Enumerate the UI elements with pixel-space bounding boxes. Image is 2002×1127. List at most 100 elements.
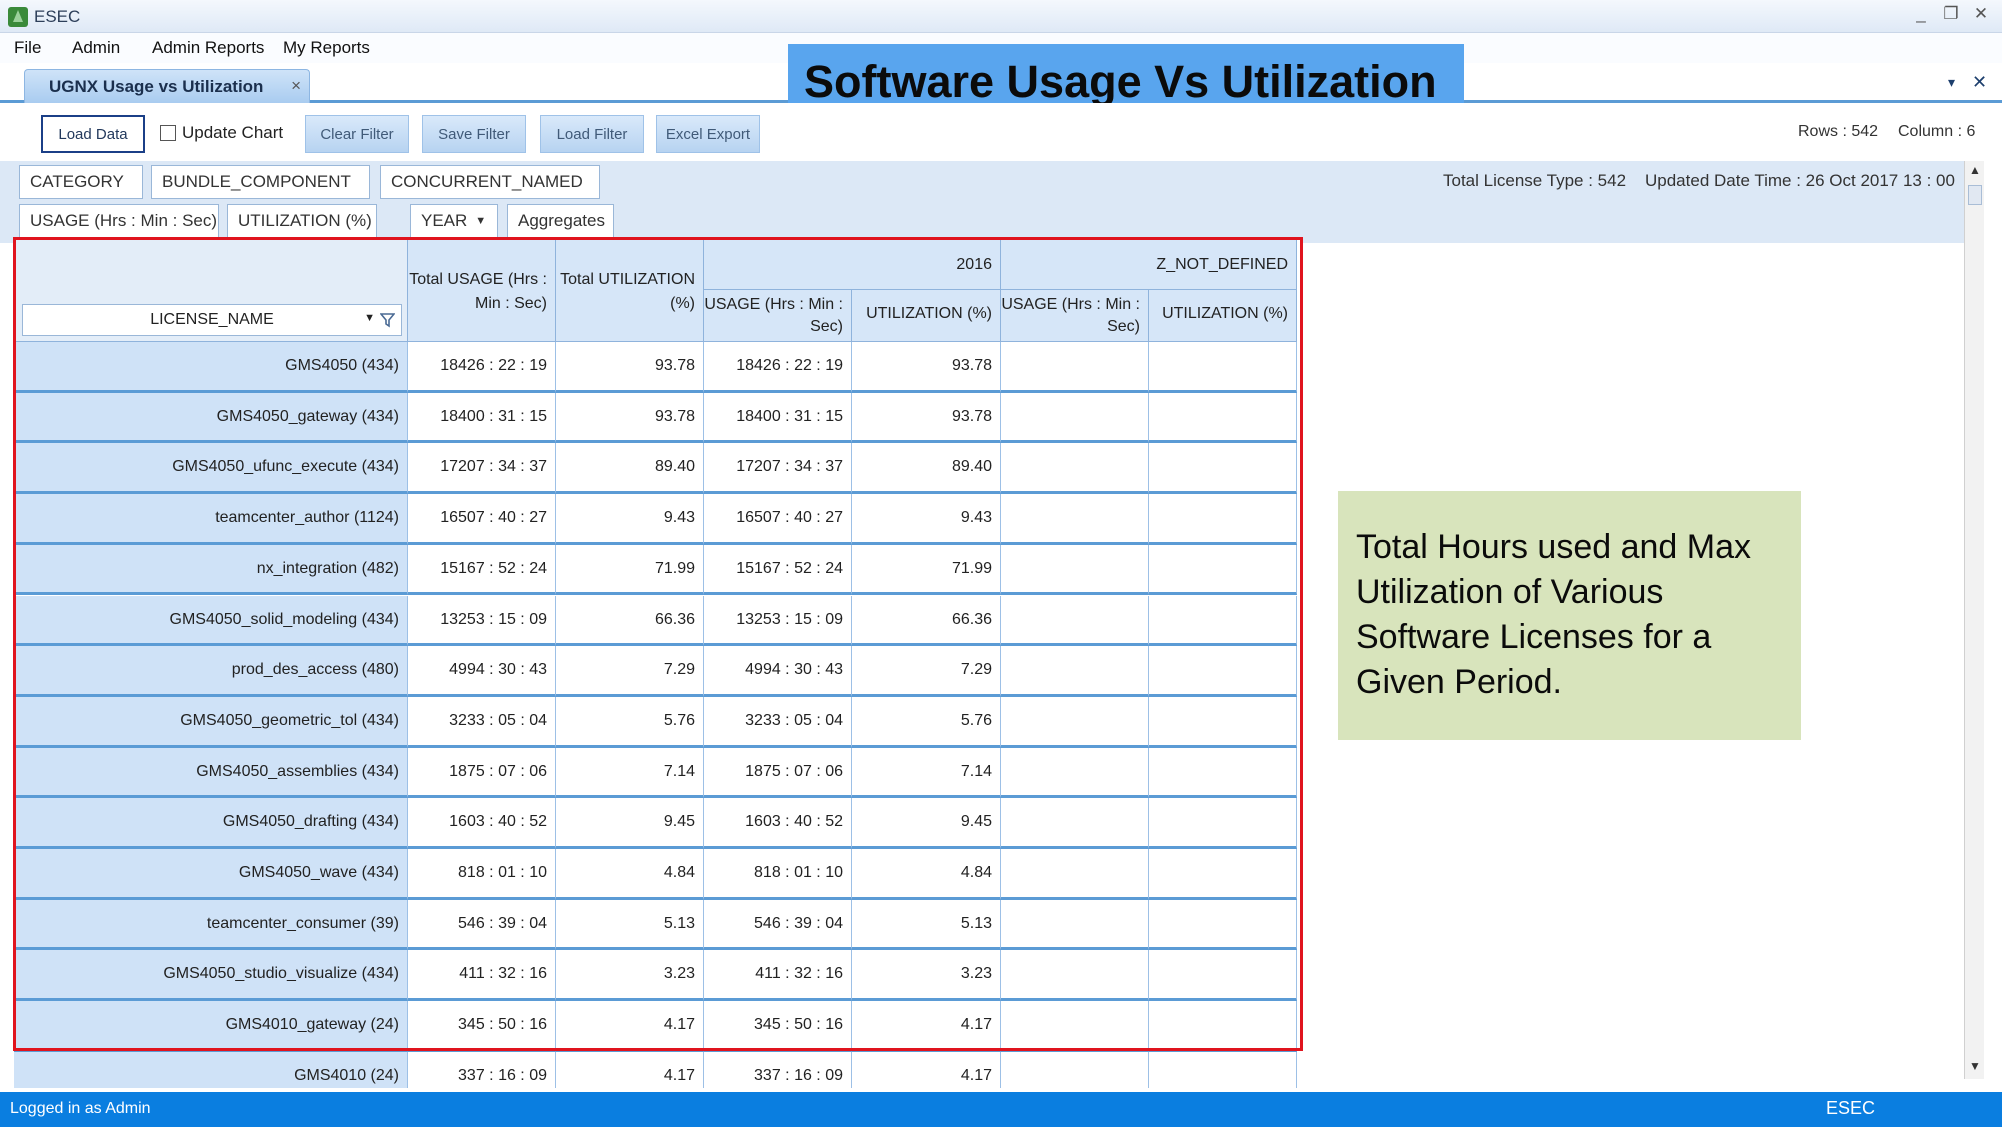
total-usage-cell[interactable]: 3233 : 05 : 04 [408, 696, 556, 748]
utilization-2016-cell[interactable]: 4.84 [852, 849, 1001, 900]
license-name-cell[interactable]: teamcenter_author (1124) [14, 494, 408, 545]
close-document-icon[interactable]: ✕ [1972, 72, 1987, 93]
usage-2016-cell[interactable]: 546 : 39 : 04 [704, 899, 852, 951]
utilization-undefined-cell[interactable] [1149, 595, 1297, 647]
total-usage-cell[interactable]: 818 : 01 : 10 [408, 849, 556, 900]
license-name-cell[interactable]: nx_integration (482) [14, 544, 408, 596]
usage-undefined-cell[interactable] [1001, 342, 1149, 393]
group-2016-header[interactable]: 2016 [704, 240, 1001, 290]
filter-category[interactable]: CATEGORY [19, 165, 143, 199]
utilization-2016-cell[interactable]: 93.78 [852, 342, 1001, 393]
license-name-cell[interactable]: GMS4050_wave (434) [14, 849, 408, 900]
utilization-undefined-cell[interactable] [1149, 646, 1297, 697]
excel-export-button[interactable]: Excel Export [656, 115, 760, 153]
license-name-cell[interactable]: GMS4050_geometric_tol (434) [14, 696, 408, 748]
utilization-2016-header[interactable]: UTILIZATION (%) [852, 290, 1001, 342]
utilization-undefined-cell[interactable] [1149, 696, 1297, 748]
save-filter-button[interactable]: Save Filter [422, 115, 526, 153]
usage-2016-cell[interactable]: 18400 : 31 : 15 [704, 392, 852, 444]
utilization-2016-cell[interactable]: 3.23 [852, 950, 1001, 1002]
total-usage-cell[interactable]: 16507 : 40 : 27 [408, 494, 556, 545]
group-undefined-header[interactable]: Z_NOT_DEFINED [1001, 240, 1297, 290]
usage-2016-cell[interactable]: 1603 : 40 : 52 [704, 798, 852, 849]
total-usage-cell[interactable]: 4994 : 30 : 43 [408, 646, 556, 697]
usage-2016-cell[interactable]: 345 : 50 : 16 [704, 1001, 852, 1052]
total-usage-cell[interactable]: 1603 : 40 : 52 [408, 798, 556, 849]
total-usage-cell[interactable]: 337 : 16 : 09 [408, 1051, 556, 1088]
license-name-cell[interactable]: GMS4010 (24) [14, 1051, 408, 1088]
usage-undefined-cell[interactable] [1001, 950, 1149, 1002]
menu-admin-reports[interactable]: Admin Reports [152, 38, 264, 58]
usage-2016-cell[interactable]: 17207 : 34 : 37 [704, 443, 852, 495]
total-utilization-cell[interactable]: 5.13 [556, 899, 704, 951]
utilization-undefined-cell[interactable] [1149, 849, 1297, 900]
update-chart-checkbox[interactable]: Update Chart [160, 123, 283, 143]
utilization-2016-cell[interactable]: 4.17 [852, 1001, 1001, 1052]
utilization-undefined-cell[interactable] [1149, 1001, 1297, 1052]
usage-undefined-header[interactable]: USAGE (Hrs : Min : Sec) [1001, 290, 1149, 342]
utilization-undefined-cell[interactable] [1149, 747, 1297, 799]
utilization-undefined-cell[interactable] [1149, 899, 1297, 951]
usage-undefined-cell[interactable] [1001, 1051, 1149, 1088]
utilization-undefined-cell[interactable] [1149, 1051, 1297, 1088]
total-utilization-cell[interactable]: 7.29 [556, 646, 704, 697]
tab-close-icon[interactable]: × [291, 76, 301, 96]
usage-2016-cell[interactable]: 18426 : 22 : 19 [704, 342, 852, 393]
total-usage-cell[interactable]: 18400 : 31 : 15 [408, 392, 556, 444]
restore-button[interactable]: ❐ [1938, 4, 1964, 24]
total-utilization-cell[interactable]: 4.17 [556, 1001, 704, 1052]
clear-filter-button[interactable]: Clear Filter [305, 115, 409, 153]
total-usage-cell[interactable]: 546 : 39 : 04 [408, 899, 556, 951]
usage-undefined-cell[interactable] [1001, 747, 1149, 799]
license-name-header[interactable]: LICENSE_NAME ▼ [22, 304, 402, 336]
usage-2016-cell[interactable]: 1875 : 07 : 06 [704, 747, 852, 799]
usage-undefined-cell[interactable] [1001, 1001, 1149, 1052]
license-name-cell[interactable]: GMS4050_gateway (434) [14, 392, 408, 444]
menu-my-reports[interactable]: My Reports [283, 38, 370, 58]
data-field-utilization[interactable]: UTILIZATION (%) [227, 204, 377, 238]
utilization-undefined-cell[interactable] [1149, 494, 1297, 545]
usage-undefined-cell[interactable] [1001, 899, 1149, 951]
total-utilization-cell[interactable]: 89.40 [556, 443, 704, 495]
data-field-usage[interactable]: USAGE (Hrs : Min : Sec) [19, 204, 219, 238]
total-utilization-cell[interactable]: 93.78 [556, 342, 704, 393]
utilization-2016-cell[interactable]: 9.45 [852, 798, 1001, 849]
total-utilization-cell[interactable]: 7.14 [556, 747, 704, 799]
vertical-scrollbar[interactable]: ▲ ▼ [1964, 161, 1984, 1079]
utilization-2016-cell[interactable]: 89.40 [852, 443, 1001, 495]
total-utilization-cell[interactable]: 93.78 [556, 392, 704, 444]
usage-undefined-cell[interactable] [1001, 494, 1149, 545]
total-usage-cell[interactable]: 18426 : 22 : 19 [408, 342, 556, 393]
utilization-2016-cell[interactable]: 4.17 [852, 1051, 1001, 1088]
total-usage-cell[interactable]: 13253 : 15 : 09 [408, 595, 556, 647]
funnel-icon[interactable] [380, 313, 395, 328]
checkbox-box[interactable] [160, 125, 176, 141]
utilization-undefined-cell[interactable] [1149, 392, 1297, 444]
scroll-thumb[interactable] [1968, 185, 1982, 205]
usage-2016-cell[interactable]: 411 : 32 : 16 [704, 950, 852, 1002]
menu-file[interactable]: File [14, 38, 41, 58]
license-name-cell[interactable]: GMS4050_drafting (434) [14, 798, 408, 849]
utilization-undefined-cell[interactable] [1149, 544, 1297, 596]
total-usage-cell[interactable]: 17207 : 34 : 37 [408, 443, 556, 495]
usage-undefined-cell[interactable] [1001, 544, 1149, 596]
usage-2016-cell[interactable]: 13253 : 15 : 09 [704, 595, 852, 647]
utilization-2016-cell[interactable]: 5.13 [852, 899, 1001, 951]
usage-undefined-cell[interactable] [1001, 646, 1149, 697]
sort-down-icon[interactable]: ▼ [364, 312, 375, 324]
license-name-cell[interactable]: GMS4050 (434) [14, 342, 408, 393]
license-name-cell[interactable]: GMS4050_studio_visualize (434) [14, 950, 408, 1002]
usage-2016-cell[interactable]: 818 : 01 : 10 [704, 849, 852, 900]
filter-year[interactable]: YEAR ▼ [410, 204, 498, 238]
filter-bundle-component[interactable]: BUNDLE_COMPONENT [151, 165, 370, 199]
usage-2016-header[interactable]: USAGE (Hrs : Min : Sec) [704, 290, 852, 342]
total-utilization-cell[interactable]: 4.84 [556, 849, 704, 900]
total-usage-cell[interactable]: 15167 : 52 : 24 [408, 544, 556, 596]
utilization-2016-cell[interactable]: 9.43 [852, 494, 1001, 545]
usage-undefined-cell[interactable] [1001, 696, 1149, 748]
utilization-2016-cell[interactable]: 66.36 [852, 595, 1001, 647]
sort-down-icon[interactable]: ▼ [475, 215, 486, 227]
usage-undefined-cell[interactable] [1001, 443, 1149, 495]
usage-undefined-cell[interactable] [1001, 798, 1149, 849]
menu-admin[interactable]: Admin [72, 38, 120, 58]
